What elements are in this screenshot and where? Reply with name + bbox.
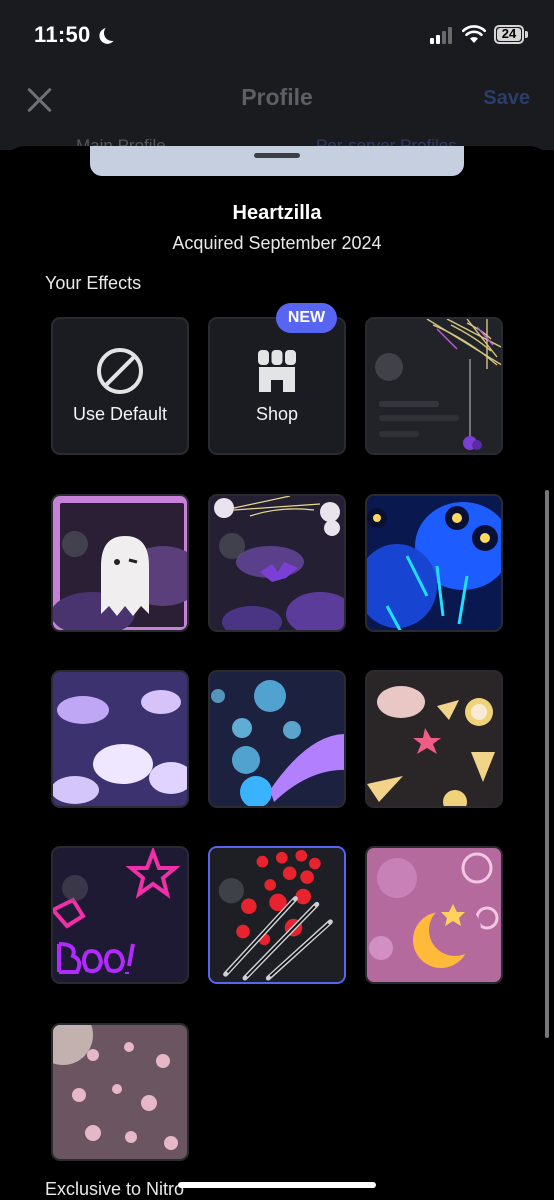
page-title: Profile bbox=[241, 84, 313, 110]
profile-preview-strip bbox=[90, 146, 464, 176]
purple-clouds-effect bbox=[53, 672, 187, 806]
effects-sheet: Heartzilla Acquired September 2024 Your … bbox=[0, 146, 554, 1200]
section-title-exclusive-to-nitro: Exclusive to Nitro bbox=[45, 1179, 185, 1199]
effect-tile-boo[interactable] bbox=[51, 846, 189, 984]
effect-tile-moon[interactable] bbox=[365, 846, 503, 984]
shop-icon bbox=[258, 349, 296, 392]
ghost-effect bbox=[53, 496, 187, 630]
boo-neon-effect bbox=[53, 848, 187, 982]
effect-acquired-date: Acquired September 2024 bbox=[172, 233, 382, 253]
effect-tile-spiderweb[interactable] bbox=[365, 317, 503, 455]
use-default-label: Use Default bbox=[72, 403, 168, 424]
battery-icon: 24 bbox=[494, 25, 524, 44]
status-time: 11:50 bbox=[34, 22, 91, 47]
bubbles-effect bbox=[210, 672, 344, 806]
sheet-grabber[interactable] bbox=[254, 153, 300, 158]
profile-header: Profile Save Main Profile Per-server Pro… bbox=[0, 72, 554, 155]
bats-and-webs-effect bbox=[210, 496, 344, 630]
effect-tile-bats[interactable] bbox=[208, 494, 346, 632]
use-default-tile[interactable]: Use Default bbox=[51, 317, 189, 455]
blue-skulls-effect bbox=[367, 496, 501, 630]
effect-tile-bubbles[interactable] bbox=[208, 670, 346, 808]
spiderweb-effect bbox=[367, 319, 501, 453]
wifi-icon bbox=[462, 25, 486, 43]
crescent-moon-effect bbox=[367, 848, 501, 982]
effect-tile-ghost[interactable] bbox=[51, 494, 189, 632]
effect-tile-heartzilla[interactable] bbox=[208, 846, 346, 984]
new-badge: NEW bbox=[276, 303, 337, 333]
effect-tile-snacks[interactable] bbox=[365, 670, 503, 808]
signal-icon bbox=[430, 27, 455, 44]
sakura-petals-effect bbox=[53, 1025, 187, 1159]
effect-tile-clouds[interactable] bbox=[51, 670, 189, 808]
moon-icon bbox=[103, 24, 122, 43]
shop-label: Shop bbox=[255, 403, 299, 424]
effect-name: Heartzilla bbox=[232, 202, 322, 224]
heartzilla-claws-effect bbox=[210, 848, 344, 982]
effect-tile-sakura[interactable] bbox=[51, 1023, 189, 1161]
snacks-effect bbox=[367, 672, 501, 806]
status-bar: 11:50 24 bbox=[0, 0, 554, 72]
ban-icon bbox=[97, 347, 143, 394]
effect-tile-blue-skulls[interactable] bbox=[365, 494, 503, 632]
shop-tile[interactable]: Shop bbox=[208, 317, 346, 455]
battery-level: 24 bbox=[501, 26, 517, 41]
section-title-your-effects: Your Effects bbox=[45, 273, 142, 293]
save-button[interactable]: Save bbox=[483, 87, 530, 110]
scrollbar[interactable] bbox=[545, 490, 549, 1038]
home-indicator bbox=[178, 1182, 376, 1188]
